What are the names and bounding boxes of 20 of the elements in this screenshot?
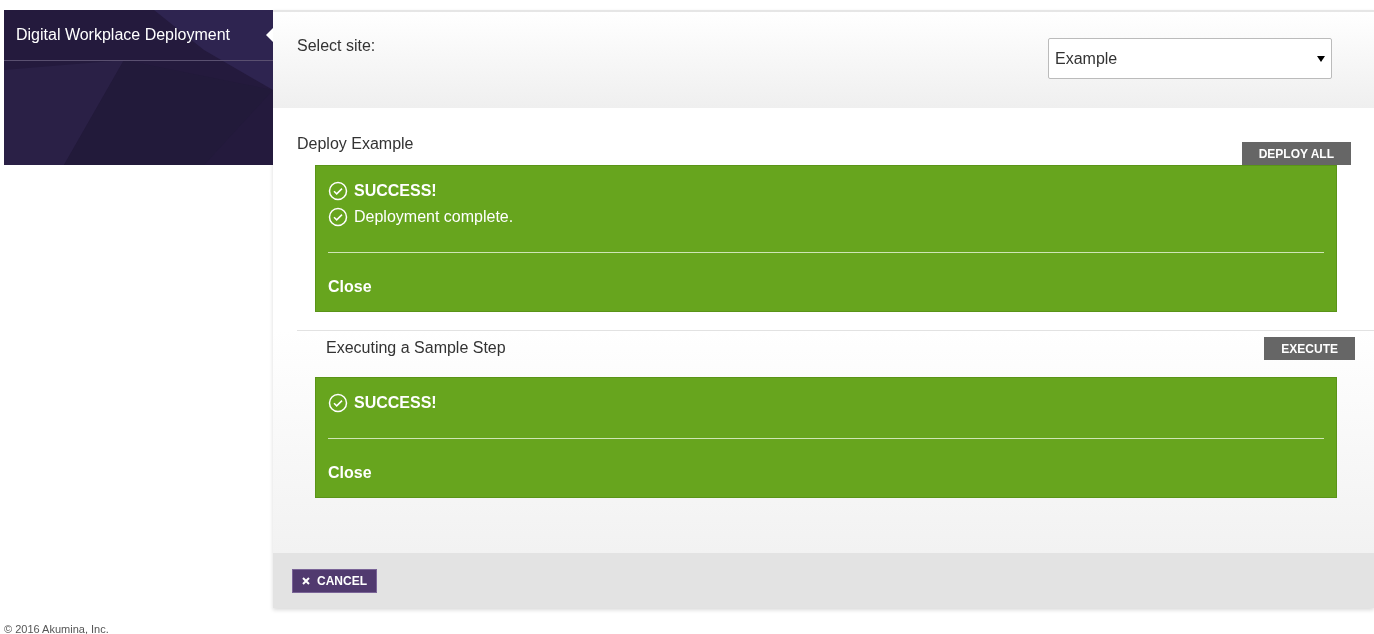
step-title: Deploy Example (297, 134, 414, 154)
site-select[interactable]: Example (1048, 38, 1332, 79)
pointer-icon (266, 28, 273, 42)
copyright-text: © 2016 Akumina, Inc. (4, 622, 109, 634)
alert-message: Deployment complete. (354, 207, 514, 227)
sidebar-title[interactable]: Digital Workplace Deployment (16, 23, 230, 47)
alert-message: SUCCESS! (354, 181, 437, 201)
step-title: Executing a Sample Step (326, 338, 506, 358)
step-button[interactable]: DEPLOY ALL (1241, 142, 1351, 165)
check-circle-icon (328, 393, 348, 413)
close-icon (302, 576, 310, 585)
site-label: Select site: (297, 36, 376, 56)
check-circle-icon (328, 207, 348, 227)
check-circle-icon (328, 181, 348, 201)
step-button[interactable]: EXECUTE (1264, 337, 1355, 360)
caret-down-icon (1317, 55, 1325, 62)
close-link[interactable]: Close (328, 461, 372, 485)
cancel-button[interactable]: CANCEL (292, 568, 377, 593)
alert-message: SUCCESS! (354, 393, 437, 413)
close-link[interactable]: Close (328, 275, 372, 299)
